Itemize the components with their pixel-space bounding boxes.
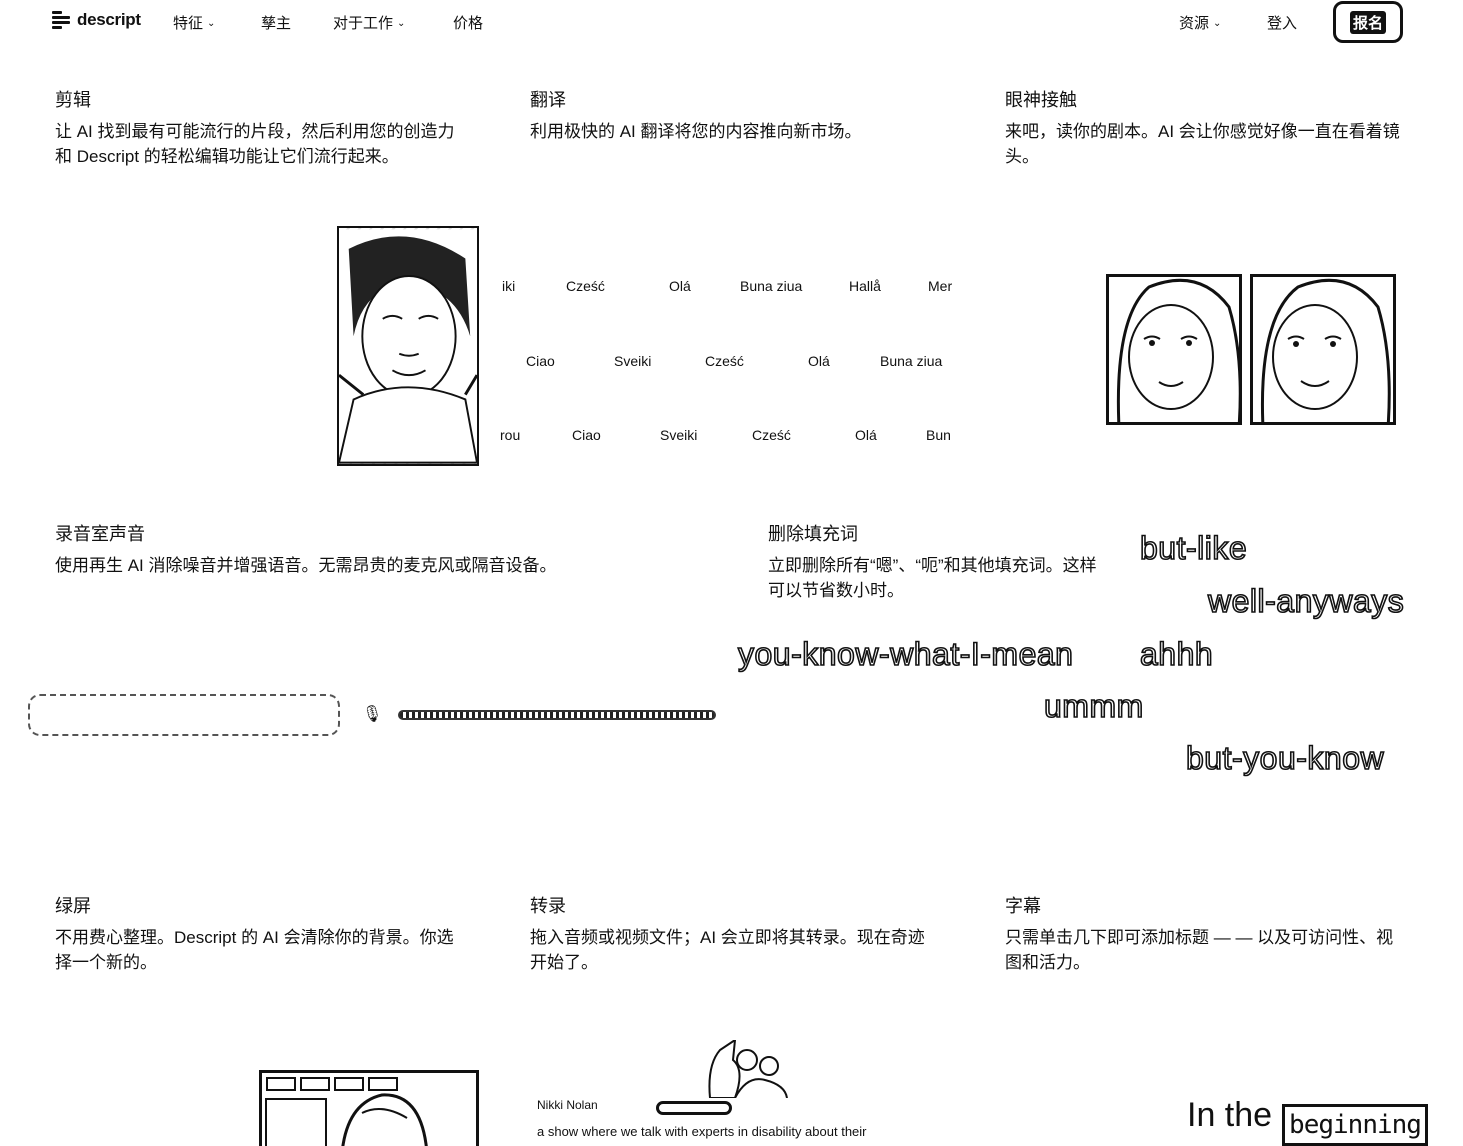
signup-label: 报名 bbox=[1349, 10, 1386, 34]
green-screen-preview bbox=[259, 1070, 479, 1146]
microphone-icon: 🎙 bbox=[362, 706, 383, 723]
feature-translate: 翻译 利用极快的 AI 翻译将您的内容推向新市场。 bbox=[530, 89, 930, 144]
feature-filler-title: 删除填充词 bbox=[768, 524, 858, 544]
translate-word: Olá bbox=[855, 427, 877, 443]
translate-word: Olá bbox=[669, 278, 691, 294]
translate-word: rou bbox=[500, 427, 521, 443]
feature-transcription: 转录 拖入音频或视频文件；AI 会立即将其转录。现在奇迹开始了。 bbox=[530, 895, 930, 975]
feature-edit: 剪辑 让 AI 找到最有可能流行的片段，然后利用您的创造力和 Descript … bbox=[55, 89, 455, 169]
nav-for-work-menu[interactable]: 对于工作 ⌄ bbox=[333, 12, 405, 33]
feature-green-screen: 绿屏 不用费心整理。Descript 的 AI 会清除你的背景。你选择一个新的。 bbox=[55, 895, 455, 975]
top-navigation: descript 特征 ⌄ 孳主 对于工作 ⌄ 价格 资源 ⌄ 登入 报名 bbox=[0, 0, 1463, 46]
face-sketch-before bbox=[1116, 278, 1239, 422]
caption-prefix-text: In the bbox=[1187, 1096, 1273, 1134]
logo-text: descript bbox=[77, 10, 141, 29]
translate-word: Cześć bbox=[705, 353, 744, 369]
translate-word: Buna ziua bbox=[740, 278, 803, 294]
descript-logo[interactable]: descript bbox=[52, 10, 141, 30]
feature-translate-title: 翻译 bbox=[530, 90, 566, 110]
filler-word: but-you-know bbox=[1185, 739, 1385, 777]
feature-eye-title: 眼神接触 bbox=[1005, 90, 1077, 110]
person-sketch bbox=[265, 1093, 428, 1146]
transcript-line: a show where we talk with experts in dis… bbox=[537, 1124, 867, 1139]
feature-studio-sound: 录音室声音 使用再生 AI 消除噪音并增强语音。无需昂贵的麦克风或隔音设备。 bbox=[55, 523, 655, 578]
nav-pricing-label: 价格 bbox=[453, 15, 484, 32]
feature-transcribe-desc: 拖入音频或视频文件；AI 会立即将其转录。现在奇迹开始了。 bbox=[530, 928, 925, 972]
transcript-speaker-name: Nikki Nolan bbox=[537, 1098, 598, 1112]
studio-sound-demo: 🎙 bbox=[28, 690, 718, 742]
translate-speaker-image bbox=[337, 226, 479, 466]
translate-word: Bun bbox=[926, 427, 951, 443]
login-label: 登入 bbox=[1267, 15, 1298, 32]
chevron-down-icon: ⌄ bbox=[207, 18, 216, 29]
feature-filler-words: 删除填充词 立即删除所有“嗯”、“呃”和其他填充词。这样可以节省数小时。 bbox=[768, 523, 1113, 603]
caption-highlight-word: beginning bbox=[1282, 1104, 1428, 1146]
translate-word: Cześć bbox=[752, 427, 791, 443]
translate-word: Sveiki bbox=[660, 427, 698, 443]
feature-translate-desc: 利用极快的 AI 翻译将您的内容推向新市场。 bbox=[530, 122, 862, 141]
translate-word: Mer bbox=[928, 278, 953, 294]
filler-word: ummm bbox=[1043, 687, 1144, 725]
nav-creators-label: 孳主 bbox=[261, 15, 292, 32]
feature-eye-desc: 来吧，读你的剧本。AI 会让你感觉好像一直在看着镜头。 bbox=[1005, 122, 1400, 166]
feature-captions-desc: 只需单击几下即可添加标题 — — 以及可访问性、视图和活力。 bbox=[1005, 928, 1394, 972]
filler-word: well-anyways bbox=[1207, 582, 1405, 620]
chevron-down-icon: ⌄ bbox=[1213, 18, 1222, 29]
filler-word: you-know-what-I-mean bbox=[737, 635, 1074, 673]
nav-creators-link[interactable]: 孳主 bbox=[261, 12, 291, 33]
translate-word: Olá bbox=[808, 353, 830, 369]
nav-resources-label: 资源 bbox=[1179, 15, 1210, 32]
eye-contact-after-frame bbox=[1250, 274, 1396, 425]
descript-logo-icon bbox=[52, 10, 70, 30]
feature-edit-desc: 让 AI 找到最有可能流行的片段，然后利用您的创造力和 Descript 的轻松… bbox=[55, 122, 455, 166]
signup-button[interactable]: 报名 bbox=[1333, 1, 1403, 43]
translate-word: Buna ziua bbox=[880, 353, 943, 369]
feature-studio-desc: 使用再生 AI 消除噪音并增强语音。无需昂贵的麦克风或隔音设备。 bbox=[55, 556, 557, 575]
feature-captions: 字幕 只需单击几下即可添加标题 — — 以及可访问性、视图和活力。 bbox=[1005, 895, 1405, 975]
filler-word: but-like bbox=[1139, 529, 1248, 567]
nav-features-label: 特征 bbox=[173, 15, 204, 32]
feature-studio-title: 录音室声音 bbox=[55, 524, 145, 544]
face-sketch-after bbox=[1260, 278, 1391, 422]
feature-filler-desc: 立即删除所有“嗯”、“呃”和其他填充词。这样可以节省数小时。 bbox=[768, 556, 1097, 600]
translate-word: Sveiki bbox=[614, 353, 652, 369]
chevron-down-icon: ⌄ bbox=[397, 18, 406, 29]
transcript-playhead-pill[interactable] bbox=[656, 1101, 732, 1115]
podcast-hosts-image bbox=[708, 1040, 788, 1098]
feature-captions-title: 字幕 bbox=[1005, 896, 1041, 916]
filler-word: ahhh bbox=[1139, 635, 1214, 673]
clean-audio-waveform bbox=[398, 710, 716, 720]
noisy-audio-blob bbox=[28, 694, 340, 736]
nav-features-menu[interactable]: 特征 ⌄ bbox=[173, 12, 215, 33]
feature-eye-contact: 眼神接触 来吧，读你的剧本。AI 会让你感觉好像一直在看着镜头。 bbox=[1005, 89, 1405, 169]
eye-contact-before-frame bbox=[1106, 274, 1242, 425]
nav-resources-menu[interactable]: 资源 ⌄ bbox=[1179, 12, 1221, 33]
nav-pricing-link[interactable]: 价格 bbox=[453, 12, 483, 33]
feature-transcribe-title: 转录 bbox=[530, 896, 566, 916]
translate-word: Hallå bbox=[849, 278, 881, 294]
caption-highlight-label: beginning bbox=[1289, 1110, 1422, 1140]
translate-word: Ciao bbox=[526, 353, 555, 369]
speaker-portrait-sketch bbox=[339, 229, 477, 464]
feature-greenscreen-title: 绿屏 bbox=[55, 896, 91, 916]
login-link[interactable]: 登入 bbox=[1267, 12, 1297, 33]
translate-word: Ciao bbox=[572, 427, 601, 443]
feature-edit-title: 剪辑 bbox=[55, 90, 91, 110]
translate-word: Cześć bbox=[566, 278, 605, 294]
nav-for-work-label: 对于工作 bbox=[333, 15, 394, 32]
feature-greenscreen-desc: 不用费心整理。Descript 的 AI 会清除你的背景。你选择一个新的。 bbox=[55, 928, 454, 972]
translate-word-grid: iki Cześć Olá Buna ziua Hallå Mer Ciao S… bbox=[500, 278, 955, 448]
translate-word: iki bbox=[502, 278, 516, 294]
